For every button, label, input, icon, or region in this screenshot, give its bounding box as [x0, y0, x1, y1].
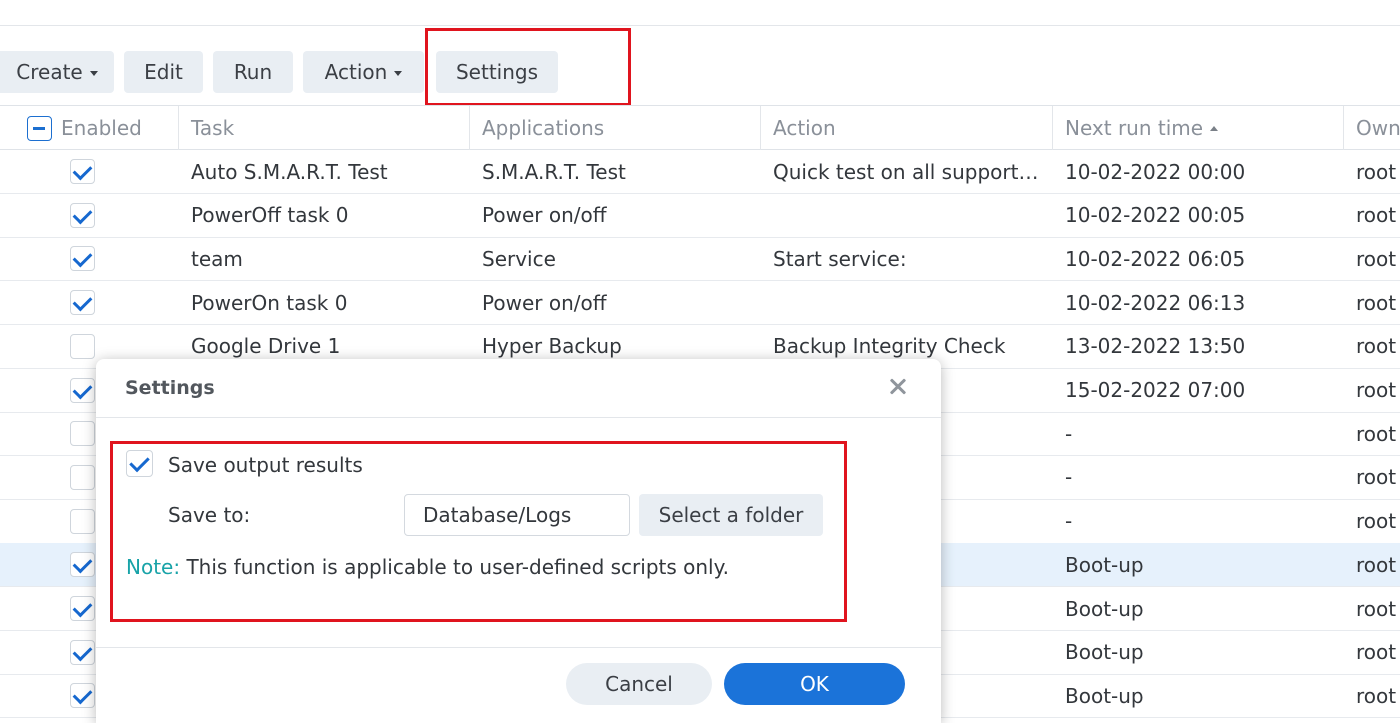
cell-owner: root — [1356, 640, 1397, 665]
header-enabled[interactable]: Enabled — [61, 106, 142, 150]
cell-next-run-time: - — [1065, 465, 1073, 490]
select-all-checkbox[interactable] — [27, 116, 52, 141]
cell-next-run-time: 10-02-2022 00:05 — [1065, 203, 1246, 228]
top-divider — [0, 25, 1400, 26]
cell-owner: root — [1356, 334, 1397, 359]
column-divider — [178, 106, 179, 150]
cell-owner: root — [1356, 421, 1397, 446]
cell-application: Power on/off — [482, 290, 607, 315]
column-divider — [469, 106, 470, 150]
cell-action — [773, 281, 1043, 324]
enabled-checkbox[interactable] — [70, 552, 95, 578]
caret-down-icon — [394, 70, 403, 76]
enabled-checkbox[interactable] — [70, 639, 95, 665]
action-button[interactable]: Action — [303, 51, 424, 93]
dialog-title: Settings — [125, 377, 215, 399]
header-action[interactable]: Action — [773, 106, 836, 150]
settings-highlight-box — [425, 28, 631, 106]
toolbar: Create Edit Run Action Settings — [0, 51, 1400, 93]
cell-next-run-time: 10-02-2022 00:00 — [1065, 159, 1246, 184]
cell-next-run-time: Boot-up — [1065, 683, 1144, 708]
dialog-header-divider — [96, 417, 941, 418]
cell-task: Auto S.M.A.R.T. Test — [191, 159, 388, 184]
cell-task: team — [191, 246, 243, 271]
sort-ascending-icon — [1210, 125, 1219, 131]
cell-owner: root — [1356, 509, 1397, 534]
cell-owner: root — [1356, 290, 1397, 315]
cell-next-run-time: - — [1065, 509, 1073, 534]
cell-task: PowerOff task 0 — [191, 203, 349, 228]
cell-owner: root — [1356, 683, 1397, 708]
cell-owner: root — [1356, 203, 1397, 228]
column-divider — [1343, 106, 1344, 150]
edit-button-label: Edit — [144, 60, 183, 84]
header-task[interactable]: Task — [191, 106, 234, 150]
cancel-button[interactable]: Cancel — [566, 663, 712, 705]
run-button-label: Run — [233, 60, 273, 84]
enabled-checkbox[interactable] — [70, 377, 95, 403]
cell-next-run-time: 15-02-2022 07:00 — [1065, 378, 1246, 402]
dialog-footer-divider — [96, 647, 941, 648]
cell-next-run-time: 10-02-2022 06:13 — [1065, 290, 1246, 315]
enabled-checkbox[interactable] — [70, 246, 95, 272]
cell-application: S.M.A.R.T. Test — [482, 159, 626, 184]
enabled-checkbox[interactable] — [70, 683, 95, 709]
column-divider — [760, 106, 761, 150]
cell-owner: root — [1356, 246, 1397, 271]
cell-application: Power on/off — [482, 203, 607, 228]
close-icon[interactable] — [886, 375, 910, 399]
run-button[interactable]: Run — [213, 51, 293, 93]
enabled-checkbox[interactable] — [70, 508, 95, 534]
table-row[interactable]: PowerOn task 0 Power on/off 10-02-2022 06:… — [0, 281, 1400, 326]
cell-owner: root — [1356, 159, 1397, 184]
enabled-checkbox[interactable] — [70, 464, 95, 490]
cell-next-run-time: 13-02-2022 13:50 — [1065, 334, 1246, 359]
enabled-checkbox[interactable] — [70, 202, 95, 228]
cell-action: Quick test on all support… — [773, 159, 1039, 184]
cell-next-run-time: Boot-up — [1065, 596, 1144, 621]
grid-header: Enabled Task Applications Action Next ru… — [0, 105, 1400, 150]
enabled-checkbox[interactable] — [70, 159, 95, 184]
enabled-checkbox[interactable] — [70, 596, 95, 621]
enabled-checkbox[interactable] — [70, 333, 95, 359]
edit-button[interactable]: Edit — [124, 51, 203, 93]
cell-next-run-time: 10-02-2022 06:05 — [1065, 246, 1246, 271]
enabled-checkbox[interactable] — [70, 421, 95, 447]
header-next-run-time[interactable]: Next run time — [1065, 106, 1219, 150]
header-applications[interactable]: Applications — [482, 106, 604, 150]
cell-owner: root — [1356, 378, 1397, 402]
cell-next-run-time: Boot-up — [1065, 640, 1144, 665]
cell-action: Start service: — [773, 246, 907, 271]
cell-task: PowerOn task 0 — [191, 290, 348, 315]
enabled-checkbox[interactable] — [70, 290, 95, 316]
settings-dialog: Settings Save output results Save to: Se… — [96, 359, 941, 723]
header-next-run-time-label: Next run time — [1065, 116, 1204, 140]
ok-button[interactable]: OK — [724, 663, 905, 705]
create-button[interactable]: Create — [0, 51, 114, 93]
create-button-label: Create — [16, 60, 83, 84]
cancel-button-label: Cancel — [605, 672, 673, 696]
cell-owner: root — [1356, 465, 1397, 490]
action-button-label: Action — [324, 60, 388, 84]
table-row[interactable]: team Service Start service: 10-02-2022 06:0… — [0, 237, 1400, 282]
header-owner[interactable]: Own — [1356, 106, 1400, 150]
cell-owner: root — [1356, 596, 1397, 621]
table-row[interactable]: Auto S.M.A.R.T. Test S.M.A.R.T. Test Quick… — [0, 150, 1400, 194]
cell-owner: root — [1356, 552, 1397, 577]
column-divider — [1052, 106, 1053, 150]
cell-action — [773, 194, 1043, 237]
ok-button-label: OK — [800, 672, 829, 696]
options-highlight-box — [110, 441, 847, 622]
caret-down-icon — [89, 70, 98, 76]
table-row[interactable]: PowerOff task 0 Power on/off 10-02-2022 00… — [0, 194, 1400, 238]
cell-next-run-time: Boot-up — [1065, 552, 1144, 577]
cell-next-run-time: - — [1065, 421, 1073, 446]
cell-application: Service — [482, 246, 556, 271]
